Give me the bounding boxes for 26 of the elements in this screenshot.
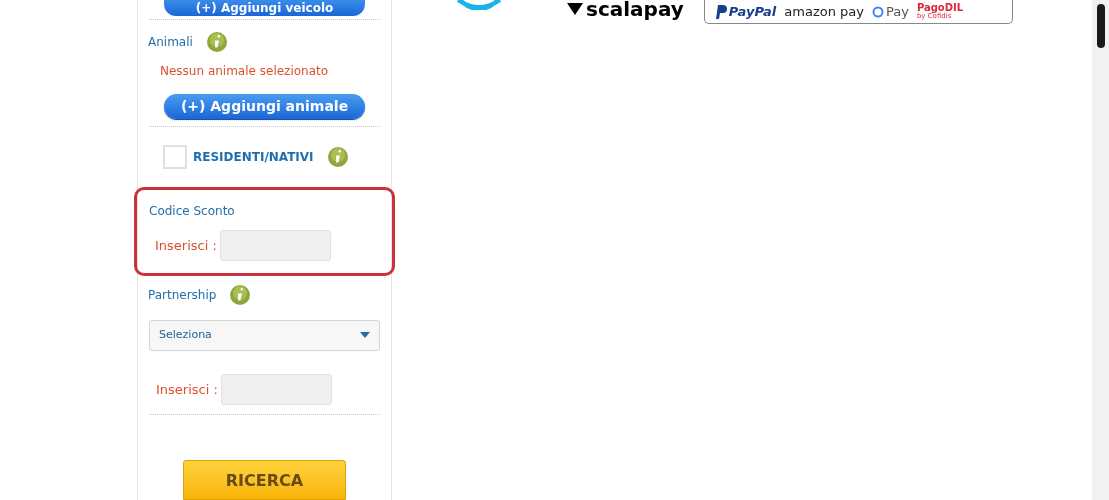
checkbox[interactable] [163, 145, 187, 170]
pagodil-logo: PagoDIL [916, 3, 964, 13]
info-icon[interactable] [206, 32, 227, 53]
scalapay-logo: scalapay [586, 0, 684, 18]
section-title: Partnership [148, 286, 217, 304]
amazon-pay-logo: amazon pay [784, 2, 864, 21]
paypal-logo: PayPal [728, 2, 777, 21]
partnership-select[interactable]: Seleziona [149, 319, 380, 351]
field-label: Inserisci : [156, 380, 218, 399]
section-title: Codice Sconto [149, 203, 236, 221]
info-icon[interactable] [230, 284, 251, 305]
input-field[interactable] [220, 374, 332, 405]
search-button[interactable]: RICERCA [183, 460, 346, 500]
info-icon[interactable] [327, 147, 348, 168]
dropdown-caret-icon [360, 332, 370, 339]
checkbox-label: RESIDENTI/NATIVI [193, 149, 314, 167]
input-field[interactable] [219, 230, 331, 262]
scrollbar-thumb[interactable] [1096, 4, 1105, 48]
empty-message: Nessun animale selezionato [159, 63, 330, 81]
google-g-icon [872, 5, 884, 18]
add-button[interactable]: (+) Aggiungi animale [164, 94, 365, 120]
field-label: Inserisci : [155, 236, 217, 255]
section-title: Animali [148, 34, 193, 52]
add-button[interactable]: (+) Aggiungi veicolo [164, 0, 365, 16]
paypal-icon [714, 4, 727, 19]
google-pay-logo: Pay [886, 2, 909, 21]
